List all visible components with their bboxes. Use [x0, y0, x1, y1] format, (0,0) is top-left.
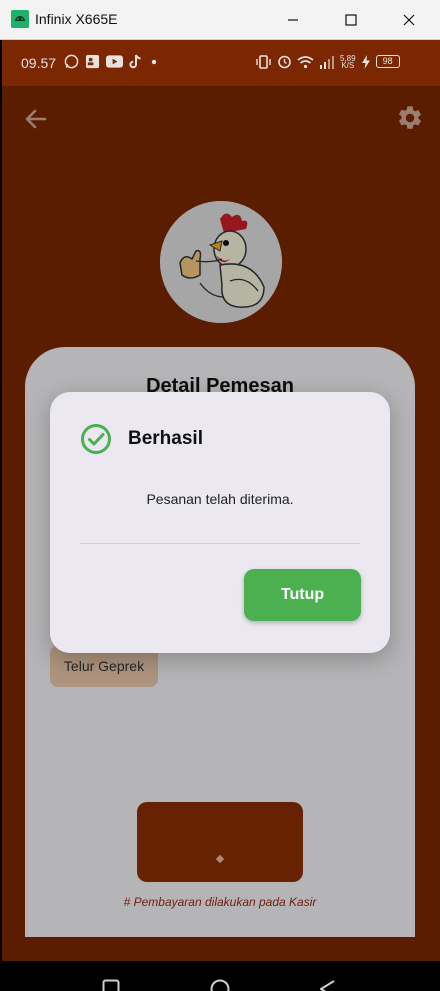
window-title: Infinix X665E	[35, 11, 118, 27]
dialog-title: Berhasil	[128, 428, 203, 449]
android-nav-bar	[0, 961, 440, 991]
dialog-message: Pesanan telah diterima.	[146, 491, 294, 507]
recent-apps-icon[interactable]	[102, 979, 120, 991]
back-nav-icon[interactable]	[318, 979, 336, 991]
close-icon	[403, 14, 415, 26]
wifi-icon	[297, 55, 314, 68]
check-circle-icon	[81, 424, 111, 454]
success-dialog: Berhasil Pesanan telah diterima. Tutup	[50, 392, 390, 653]
emulator-title-bar: Infinix X665E	[0, 0, 440, 40]
phone-screen: 09.57 5,89 K/S 98 Detail Pemesan Telur G…	[2, 40, 440, 961]
minimize-icon	[288, 19, 298, 21]
status-bar: 09.57 5,89 K/S 98	[2, 40, 440, 86]
network-speed-unit: K/S	[341, 60, 355, 70]
signal-icon	[320, 55, 334, 69]
close-dialog-button[interactable]: Tutup	[244, 569, 361, 621]
battery-level: 98	[375, 55, 400, 68]
dialog-divider	[80, 543, 360, 544]
alarm-icon	[278, 55, 291, 69]
vibrate-icon	[256, 54, 271, 69]
more-notifications-dot-icon	[151, 59, 157, 64]
maximize-button[interactable]	[322, 0, 380, 40]
system-status-icons: 5,89 K/S 98	[255, 54, 400, 69]
android-app-icon	[11, 10, 29, 28]
youtube-icon	[106, 55, 123, 68]
tiktok-icon	[129, 54, 141, 69]
network-speed: 5,89 K/S	[340, 54, 356, 70]
close-window-button[interactable]	[380, 0, 438, 40]
minimize-button[interactable]	[264, 0, 322, 40]
notification-icons	[64, 54, 160, 69]
charging-bolt-icon	[361, 54, 370, 69]
maximize-icon	[345, 14, 357, 26]
whatsapp-icon	[64, 54, 79, 69]
home-icon[interactable]	[210, 979, 230, 991]
contact-card-icon	[85, 54, 100, 69]
status-time: 09.57	[21, 55, 57, 71]
